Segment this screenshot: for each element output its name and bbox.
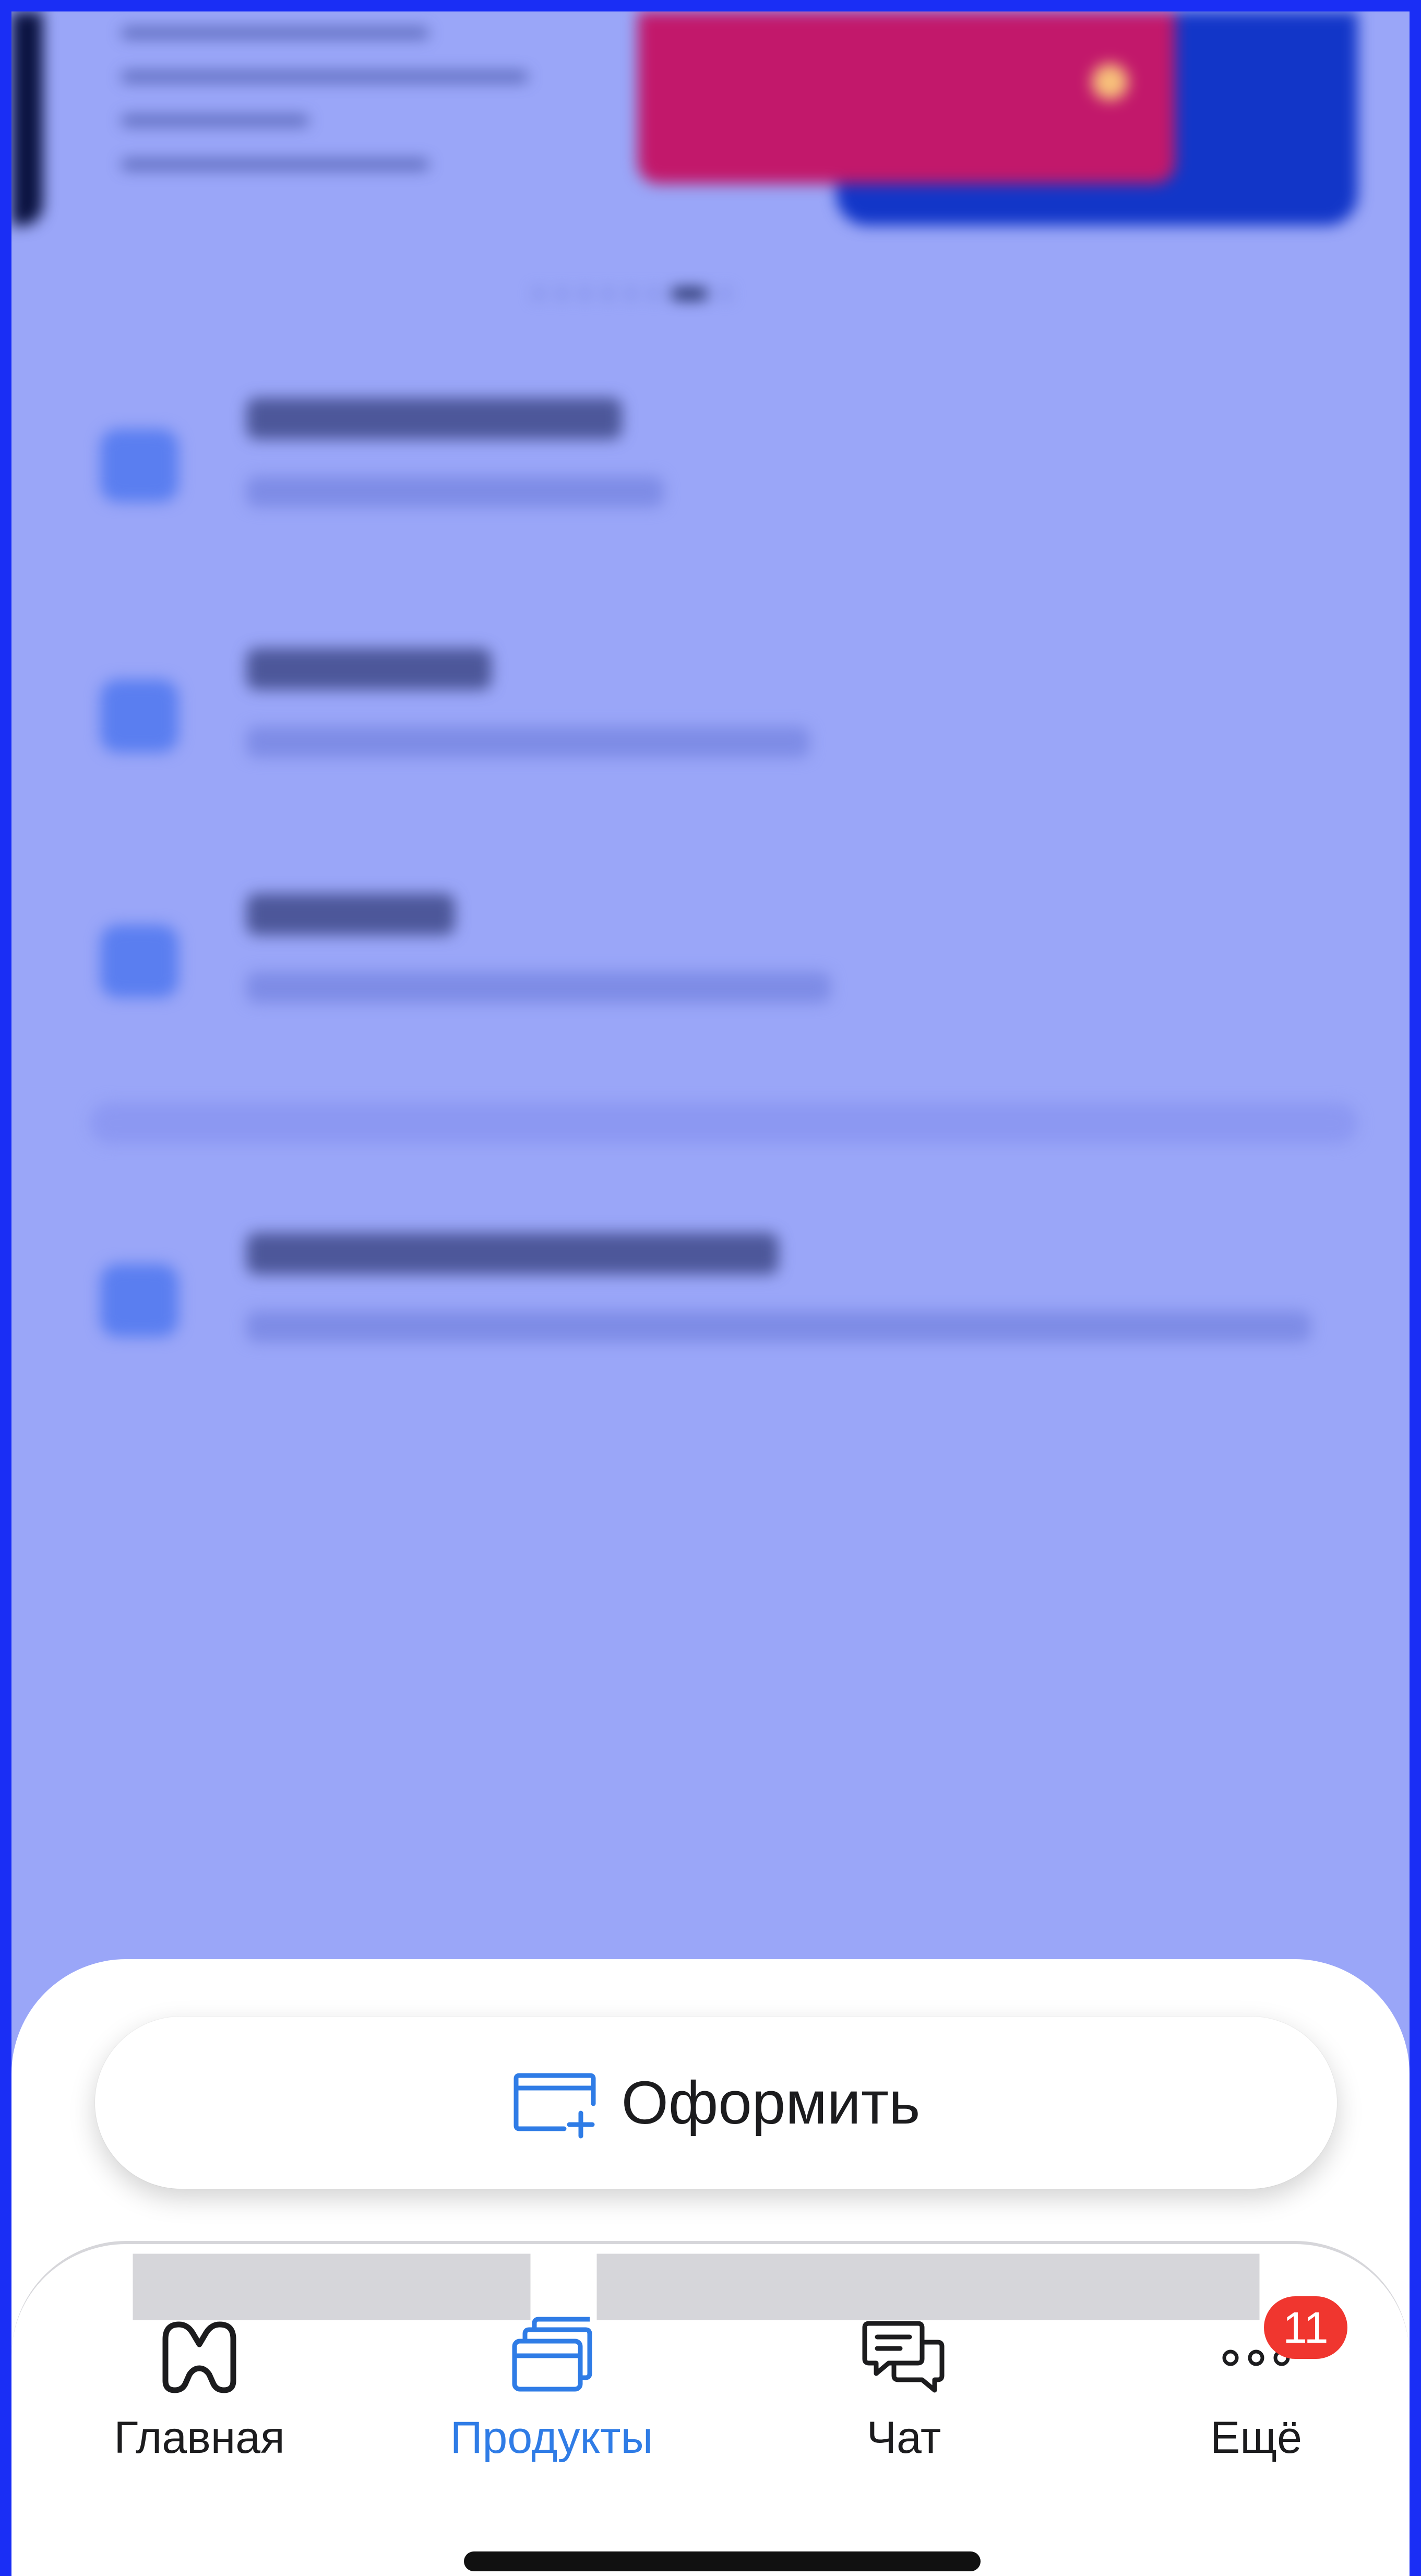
- tab-chat[interactable]: Чат: [758, 2312, 1050, 2479]
- products-row-applications: [90, 1222, 1342, 1368]
- tab-home-label: Главная: [114, 2413, 285, 2463]
- credit-icon: [100, 679, 178, 753]
- tab-products-label: Продукты: [450, 2413, 653, 2463]
- new-card-icon: [514, 2073, 596, 2139]
- tab-bar: Главная Продукты Чат Ещё 11: [11, 2241, 1410, 2576]
- chat-icon: [862, 2321, 945, 2393]
- section-divider: [90, 1102, 1358, 1144]
- products-row-deposits: [90, 883, 1342, 1029]
- home-indicator[interactable]: [464, 2551, 981, 2571]
- notification-badge: 11: [1264, 2296, 1347, 2359]
- products-row-credits: [90, 638, 1342, 784]
- card-icon: [100, 429, 178, 502]
- home-logo-icon: [162, 2321, 236, 2393]
- promo-card-image: [638, 11, 1175, 184]
- app-screen: Оформить Главная Продукты Чат Ещё 11: [11, 11, 1410, 2576]
- previous-banner-edge: [11, 11, 43, 225]
- applications-icon: [100, 1264, 178, 1337]
- banner-bullet-list: [121, 27, 528, 202]
- cards-stack-icon: [512, 2317, 592, 2392]
- tab-home[interactable]: Главная: [53, 2312, 345, 2479]
- deposit-icon: [100, 925, 178, 998]
- tab-more[interactable]: Ещё: [1110, 2312, 1402, 2479]
- tab-more-label: Ещё: [1210, 2413, 1302, 2463]
- bottom-sheet: Оформить Главная Продукты Чат Ещё 11: [11, 1959, 1410, 2576]
- apply-product-button[interactable]: Оформить: [95, 2017, 1337, 2189]
- banner-pager: [533, 288, 731, 300]
- tab-products[interactable]: Продукты: [405, 2312, 698, 2479]
- products-row-cards: [90, 387, 1342, 533]
- tab-chat-label: Чат: [866, 2413, 941, 2463]
- apply-button-label: Оформить: [621, 2069, 921, 2137]
